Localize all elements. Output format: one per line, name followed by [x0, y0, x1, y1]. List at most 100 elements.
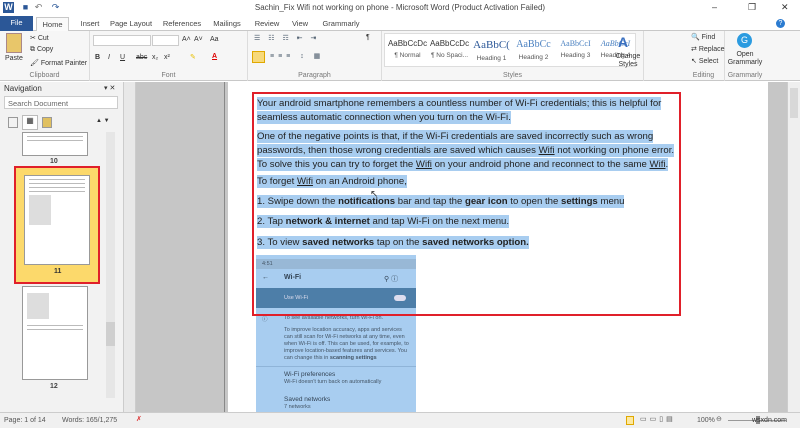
superscript-button[interactable]: x²: [164, 54, 170, 61]
paragraph-label: Paragraph: [298, 72, 331, 79]
style-normal[interactable]: AaBbCcDc ¶ Normal: [386, 39, 429, 59]
window-title: Sachin_Fix Wifi not working on phone - M…: [254, 3, 546, 12]
zoom-out-icon[interactable]: ⊖: [716, 415, 722, 423]
style-heading-2[interactable]: AaBbCc Heading 2: [512, 39, 555, 61]
page-count[interactable]: Page: 1 of 14: [4, 417, 46, 424]
phone-saved-sub: 7 networks: [284, 404, 311, 410]
style-preview: AaBbCc: [516, 39, 551, 50]
shrink-font-button[interactable]: A˅: [194, 36, 203, 43]
open-grammarly-button[interactable]: Open Grammarly: [725, 51, 765, 67]
tab-page-layout[interactable]: Page Layout: [108, 17, 154, 31]
align-buttons-icon[interactable]: ≡≡≡ ↕ ▦: [270, 52, 324, 60]
select-label: Select: [698, 58, 719, 65]
nav-prev-next-icon[interactable]: ▲ ▼: [96, 118, 110, 124]
styles-label: Styles: [502, 72, 523, 79]
page-number-10: 10: [50, 158, 58, 165]
page-number-11: 11: [54, 268, 62, 275]
style-name: Heading 2: [518, 54, 549, 61]
style-name: ¶ No Spaci...: [430, 52, 469, 59]
paste-button[interactable]: Paste: [5, 55, 23, 62]
watermark: wsxdn.com: [752, 417, 788, 424]
bold-button[interactable]: B: [95, 54, 100, 61]
ribbon: Paste ✂ Cut ⧉ Copy 🖌 Format Painter Clip…: [0, 31, 800, 81]
style-name: Heading 3: [560, 52, 591, 59]
help-icon[interactable]: ?: [776, 19, 785, 28]
word-count[interactable]: Words: 165/1,275: [62, 417, 117, 424]
tab-view[interactable]: View: [288, 17, 312, 31]
subscript-button[interactable]: x₂: [152, 54, 158, 61]
highlight-icon[interactable]: ✎: [190, 53, 196, 61]
ribbon-tabs: File Home Insert Page Layout References …: [0, 16, 800, 31]
nav-scrollbar[interactable]: [106, 132, 115, 398]
change-styles-icon: A: [618, 34, 629, 50]
phone-scanning-link: scanning settings: [329, 355, 377, 361]
proofing-icon[interactable]: ✗: [136, 415, 142, 423]
title-bar: W ■ ↶ ↷ Sachin_Fix Wifi not working on p…: [0, 0, 800, 16]
clipboard-label: Clipboard: [29, 72, 60, 79]
change-styles-button[interactable]: Change Styles: [614, 53, 642, 69]
tab-grammarly[interactable]: Grammarly: [322, 17, 360, 31]
style-preview: AaBbCcDc: [387, 39, 428, 48]
editing-label: Editing: [692, 72, 715, 79]
strikethrough-button[interactable]: abc: [136, 54, 147, 61]
grammarly-label: Grammarly: [727, 72, 763, 79]
font-size-select[interactable]: [152, 35, 179, 46]
navigation-title: Navigation: [4, 84, 42, 93]
change-case-button[interactable]: Aa: [210, 36, 219, 43]
list-buttons-icon[interactable]: ☰ ☷ ☶ ⇤ ⇥: [254, 34, 319, 42]
cut-label: Cut: [37, 35, 49, 42]
font-group: A˄ A˅ Aa B I U abc x₂ x² ✎ A Font: [90, 31, 248, 81]
phone-prefs-sub: Wi-Fi doesn't turn back on automatically: [284, 379, 382, 385]
select-button[interactable]: ↖ Select: [691, 57, 718, 65]
view-buttons-icon[interactable]: ▭▭▯▤: [640, 415, 676, 423]
align-left-button[interactable]: [252, 51, 265, 63]
find-button[interactable]: 🔍 Find: [691, 33, 715, 41]
font-name-select[interactable]: [93, 35, 151, 46]
phone-info-1: To see available networks, turn Wi-Fi on…: [284, 315, 384, 321]
zoom-level[interactable]: 100%: [697, 417, 715, 424]
style-name: ¶ Normal: [394, 52, 421, 59]
style-preview: AaBbCcI: [560, 39, 591, 48]
grammarly-group: G Open Grammarly Grammarly: [725, 31, 765, 81]
headings-tab-icon[interactable]: [8, 117, 18, 128]
restore-button[interactable]: ❐: [748, 2, 756, 13]
results-tab-icon[interactable]: [42, 117, 52, 128]
minimize-button[interactable]: –: [712, 2, 717, 12]
italic-button[interactable]: I: [108, 54, 110, 61]
phone-info-icon: ⓘ: [262, 317, 268, 323]
style-no-spacing[interactable]: AaBbCcDc ¶ No Spaci...: [428, 39, 471, 59]
tab-references[interactable]: References: [160, 17, 204, 31]
tab-mailings[interactable]: Mailings: [210, 17, 244, 31]
grow-font-button[interactable]: A˄: [182, 36, 191, 43]
tab-home[interactable]: Home: [36, 17, 69, 31]
tab-review[interactable]: Review: [252, 17, 282, 31]
navigation-pane: Navigation ▾ ✕ Search Document ▦ ▲ ▼ 10 …: [0, 82, 124, 412]
style-name: Heading 1: [476, 55, 507, 62]
copy-label: Copy: [36, 46, 54, 53]
page-thumbnail-11-selected[interactable]: 11: [14, 166, 100, 284]
search-document-input[interactable]: Search Document: [4, 96, 118, 109]
print-layout-icon[interactable]: [626, 416, 634, 425]
mouse-cursor-icon: ↖: [370, 189, 379, 200]
font-color-icon[interactable]: A: [212, 53, 217, 60]
annotation-highlight-box: [252, 92, 681, 316]
page-thumbnail-10[interactable]: [22, 132, 88, 156]
tab-file[interactable]: File: [0, 16, 33, 31]
close-button[interactable]: ✕: [781, 2, 789, 13]
paragraph-group: ☰ ☷ ☶ ⇤ ⇥ ¶ ≡≡≡ ↕ ▦ Paragraph: [248, 31, 382, 81]
nav-close-icon[interactable]: ▾ ✕: [104, 84, 115, 92]
format-painter-button[interactable]: 🖌 Format Painter: [30, 59, 87, 67]
vertical-scrollbar[interactable]: [787, 82, 800, 412]
replace-button[interactable]: ⇄ Replace: [691, 45, 725, 53]
show-marks-button[interactable]: ¶: [366, 34, 370, 41]
find-label: Find: [701, 34, 716, 41]
phone-prefs: Wi-Fi preferences: [284, 371, 336, 378]
pages-tab-icon[interactable]: ▦: [22, 115, 38, 130]
page-thumbnail-12[interactable]: [22, 286, 88, 380]
tab-insert[interactable]: Insert: [75, 17, 105, 31]
style-heading-1[interactable]: AaBbC(Heading 1: [470, 39, 513, 62]
copy-button[interactable]: ⧉ Copy: [30, 46, 53, 54]
cut-button[interactable]: ✂ Cut: [30, 34, 49, 42]
underline-button[interactable]: U: [120, 54, 125, 61]
style-heading-3[interactable]: AaBbCcI Heading 3: [554, 39, 597, 59]
